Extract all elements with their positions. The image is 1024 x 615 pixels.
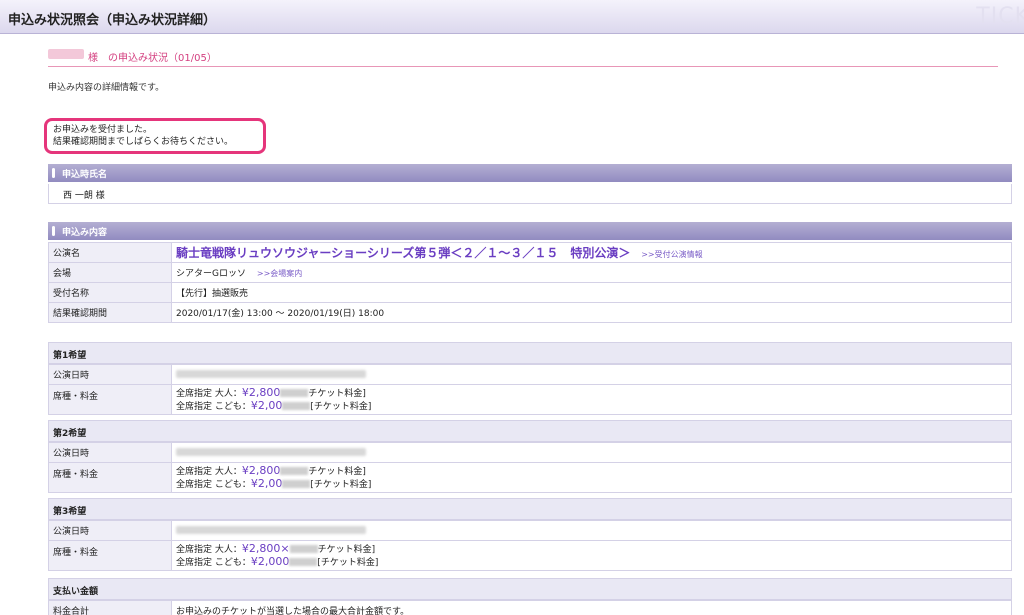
adult-prefix: 全席指定 大人： xyxy=(176,388,242,399)
reception-value: 【先行】抽選販売 xyxy=(171,282,1012,303)
notice-line-2: 結果確認期間までしばらくお待ちください。 xyxy=(53,137,234,147)
adult-prefix: 全席指定 大人： xyxy=(176,544,242,555)
period-label: 結果確認期間 xyxy=(48,302,172,323)
table-row: 公演日時 xyxy=(48,442,1012,463)
payment-table: 料金合計 お申込みのチケットが当選した場合の最大合計金額です。 xyxy=(48,600,1012,615)
venue-name: シアターGロッソ xyxy=(176,269,246,279)
adult-price: ¥2,800× xyxy=(241,541,290,555)
status-heading-text: 様 の申込み状況（01/05） xyxy=(88,53,217,64)
reception-label: 受付名称 xyxy=(48,282,172,303)
notice-box: お申込みを受付ました。 結果確認期間までしばらくお待ちください。 xyxy=(44,118,266,154)
details-table: 公演名 騎士竜戦隊リュウソウジャーショーシリーズ第５弾＜２／１～３／１５ 特別公… xyxy=(48,242,1012,323)
notice-line-1: お申込みを受付ました。 xyxy=(53,125,153,135)
applicant-name: 西 一朗 様 xyxy=(48,184,1012,204)
choice-1-heading: 第1希望 xyxy=(48,342,1012,364)
table-row: 会場 シアターGロッソ >>会場案内 xyxy=(48,262,1012,283)
choice-3-table: 公演日時 席種・料金 全席指定 大人：¥2,800× チケット料金] 全席指定 こ… xyxy=(48,520,1012,571)
table-row: 席種・料金 全席指定 大人：¥2,800 チケット料金] 全席指定 こども：¥2,… xyxy=(48,462,1012,493)
performance-label: 公演名 xyxy=(48,242,172,263)
page-header: 申込み状況照会（申込み状況詳細） TICK xyxy=(0,0,1024,34)
watermark-text: TICK xyxy=(976,4,1024,29)
table-row: 公演日時 xyxy=(48,364,1012,385)
adult-suffix: チケット料金] xyxy=(317,544,376,555)
choice-2-table: 公演日時 席種・料金 全席指定 大人：¥2,800 チケット料金] 全席指定 こど… xyxy=(48,442,1012,493)
redacted-qty xyxy=(289,558,318,566)
applicant-status-heading: 様 の申込み状況（01/05） xyxy=(48,47,998,67)
performance-info-link[interactable]: >>受付公演情報 xyxy=(641,250,702,259)
choice-2-heading: 第2希望 xyxy=(48,420,1012,442)
performance-title: 騎士竜戦隊リュウソウジャーショーシリーズ第５弾＜２／１～３／１５ 特別公演＞ xyxy=(176,246,631,260)
date-value xyxy=(171,364,1012,385)
performance-cell: 騎士竜戦隊リュウソウジャーショーシリーズ第５弾＜２／１～３／１５ 特別公演＞ >… xyxy=(171,242,1012,263)
date-label: 公演日時 xyxy=(48,364,172,385)
adult-suffix: チケット料金] xyxy=(308,388,366,399)
table-row: 結果確認期間 2020/01/17(金) 13:00 ～ 2020/01/19(… xyxy=(48,302,1012,323)
table-row: 公演名 騎士竜戦隊リュウソウジャーショーシリーズ第５弾＜２／１～３／１５ 特別公… xyxy=(48,242,1012,263)
redacted-date xyxy=(176,526,366,534)
adult-price: ¥2,800 xyxy=(241,463,281,477)
child-price: ¥2,000 xyxy=(250,554,290,568)
adult-suffix: チケット料金] xyxy=(308,466,366,477)
redacted-qty xyxy=(289,545,318,553)
table-row: 席種・料金 全席指定 大人：¥2,800 チケット料金] 全席指定 こども：¥2,… xyxy=(48,384,1012,415)
table-row: 公演日時 xyxy=(48,520,1012,541)
table-row: 料金合計 お申込みのチケットが当選した場合の最大合計金額です。 xyxy=(48,600,1012,615)
date-label: 公演日時 xyxy=(48,520,172,541)
choice-1-table: 公演日時 席種・料金 全席指定 大人：¥2,800 チケット料金] 全席指定 こど… xyxy=(48,364,1012,415)
redacted-qty xyxy=(280,467,309,475)
redacted-qty xyxy=(282,402,311,410)
adult-price: ¥2,800 xyxy=(241,385,281,399)
seat-label: 席種・料金 xyxy=(48,540,172,571)
seat-value: 全席指定 大人：¥2,800 チケット料金] 全席指定 こども：¥2,00 [チケッ… xyxy=(171,462,1012,493)
child-price: ¥2,00 xyxy=(250,476,283,490)
child-prefix: 全席指定 こども： xyxy=(176,401,251,412)
period-value: 2020/01/17(金) 13:00 ～ 2020/01/19(日) 18:0… xyxy=(171,302,1012,323)
redacted-qty xyxy=(282,480,311,488)
date-value xyxy=(171,442,1012,463)
child-suffix: [チケット料金] xyxy=(317,557,379,568)
intro-text: 申込み内容の詳細情報です。 xyxy=(48,83,165,93)
venue-cell: シアターGロッソ >>会場案内 xyxy=(171,262,1012,283)
child-prefix: 全席指定 こども： xyxy=(176,557,251,568)
date-value xyxy=(171,520,1012,541)
venue-label: 会場 xyxy=(48,262,172,283)
seat-value: 全席指定 大人：¥2,800× チケット料金] 全席指定 こども：¥2,000 [チ… xyxy=(171,540,1012,571)
seat-label: 席種・料金 xyxy=(48,384,172,415)
date-label: 公演日時 xyxy=(48,442,172,463)
table-row: 席種・料金 全席指定 大人：¥2,800× チケット料金] 全席指定 こども：¥2… xyxy=(48,540,1012,571)
details-section-heading: 申込み内容 xyxy=(48,222,1012,240)
seat-value: 全席指定 大人：¥2,800 チケット料金] 全席指定 こども：¥2,00 [チケッ… xyxy=(171,384,1012,415)
child-suffix: [チケット料金] xyxy=(310,401,372,412)
child-price: ¥2,00 xyxy=(250,398,283,412)
page-title: 申込み状況照会（申込み状況詳細） xyxy=(8,13,217,28)
adult-prefix: 全席指定 大人： xyxy=(176,466,242,477)
total-note: お申込みのチケットが当選した場合の最大合計金額です。 xyxy=(171,600,1012,615)
redacted-date xyxy=(176,448,366,456)
applicant-section-heading: 申込時氏名 xyxy=(48,164,1012,182)
redacted-qty xyxy=(280,389,309,397)
venue-info-link[interactable]: >>会場案内 xyxy=(257,269,302,278)
child-prefix: 全席指定 こども： xyxy=(176,479,251,490)
seat-label: 席種・料金 xyxy=(48,462,172,493)
total-label: 料金合計 xyxy=(48,600,172,615)
redacted-name xyxy=(48,49,84,59)
child-suffix: [チケット料金] xyxy=(310,479,372,490)
payment-heading: 支払い金額 xyxy=(48,578,1012,600)
redacted-date xyxy=(176,370,366,378)
choice-3-heading: 第3希望 xyxy=(48,498,1012,520)
table-row: 受付名称 【先行】抽選販売 xyxy=(48,282,1012,303)
